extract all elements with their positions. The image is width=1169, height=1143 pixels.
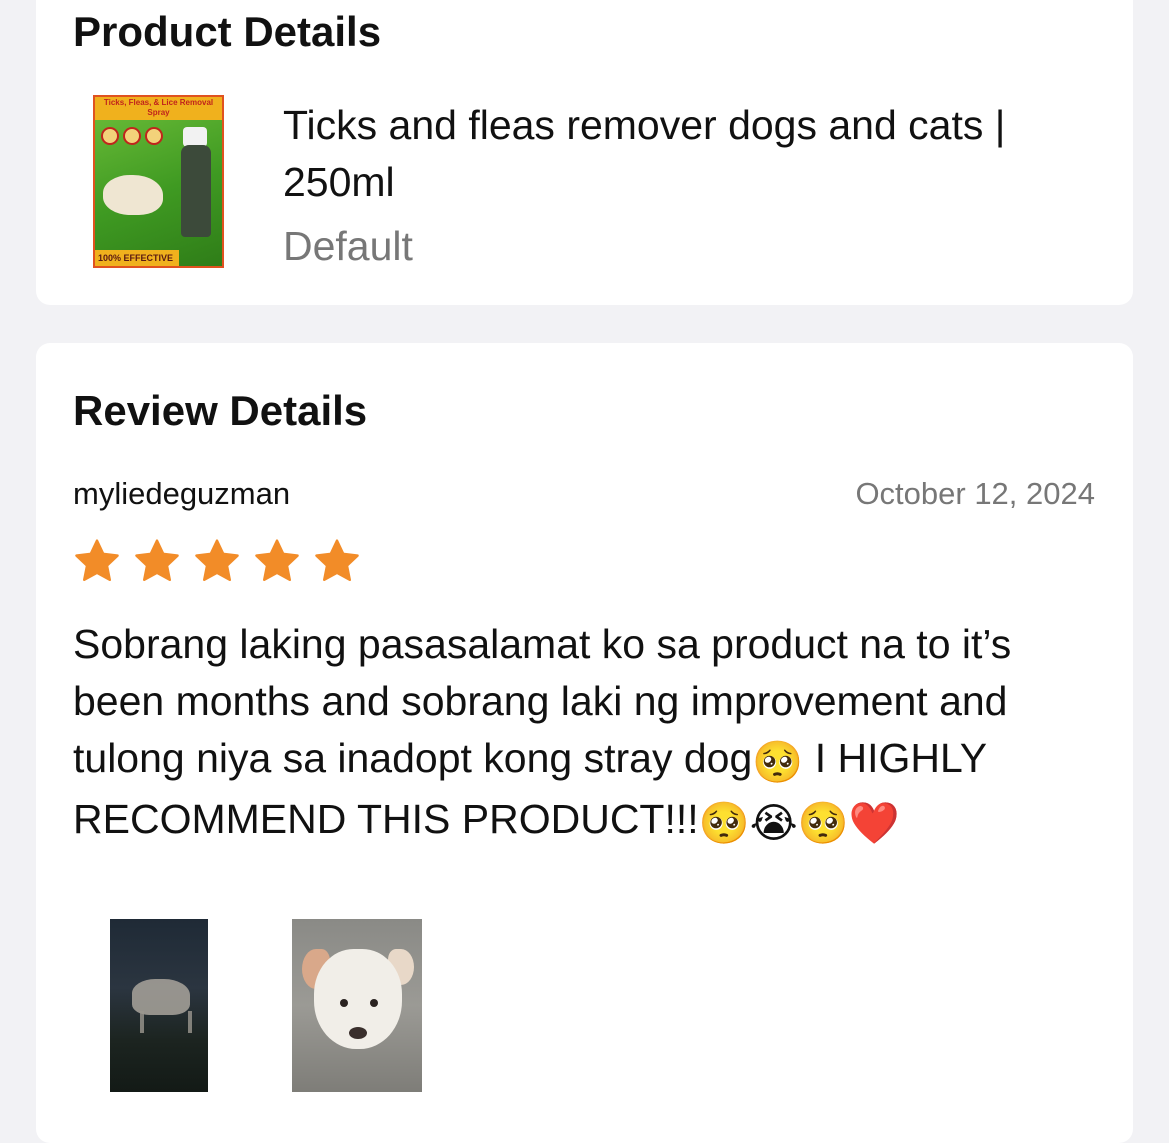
dog-legs — [140, 1011, 192, 1033]
review-photo-1[interactable] — [110, 919, 208, 1092]
dog-nose — [349, 1027, 367, 1039]
review-details-title: Review Details — [73, 387, 368, 434]
star-icon — [75, 539, 119, 581]
dog-figure — [132, 979, 190, 1015]
red-heart-emoji: ❤️ — [848, 799, 900, 847]
product-details-card: Product Details Ticks, Fleas, & Lice Rem… — [36, 0, 1133, 305]
star-icon — [135, 539, 179, 581]
star-icon — [195, 539, 239, 581]
spray-bottle — [181, 145, 211, 237]
star-icon — [315, 539, 359, 581]
spray-cap — [183, 127, 207, 147]
review-photo-2[interactable] — [292, 919, 422, 1092]
review-text: Sobrang laking pasasalamat ko sa product… — [73, 616, 1103, 852]
pest-icons — [101, 127, 163, 145]
thumbnail-banner: Ticks, Fleas, & Lice Removal Spray — [95, 97, 222, 120]
pleading-face-emoji: 🥺 — [752, 738, 804, 786]
product-details-title: Product Details — [73, 8, 382, 55]
pleading-face-emoji: 🥺 — [698, 799, 750, 847]
star-icon — [255, 539, 299, 581]
pleading-face-emoji: 🥺 — [797, 799, 849, 847]
reviewer-name: myliedeguzman — [73, 476, 291, 511]
effective-badge: 100% EFFECTIVE — [95, 250, 179, 266]
product-thumbnail[interactable]: Ticks, Fleas, & Lice Removal Spray 100% … — [93, 95, 224, 268]
dog-image — [103, 175, 163, 215]
dog-eye-left — [340, 999, 348, 1007]
review-details-card: Review Details myliedeguzman October 12,… — [36, 343, 1133, 1143]
product-name[interactable]: Ticks and fleas remover dogs and cats | … — [283, 97, 1103, 211]
flea-icon — [101, 127, 119, 145]
star-rating — [73, 537, 361, 585]
product-variant: Default — [283, 223, 413, 269]
dog-eye-right — [370, 999, 378, 1007]
tick-icon — [123, 127, 141, 145]
lice-icon — [145, 127, 163, 145]
crying-face-emoji: 😭 — [749, 799, 798, 847]
review-date: October 12, 2024 — [855, 476, 1095, 511]
